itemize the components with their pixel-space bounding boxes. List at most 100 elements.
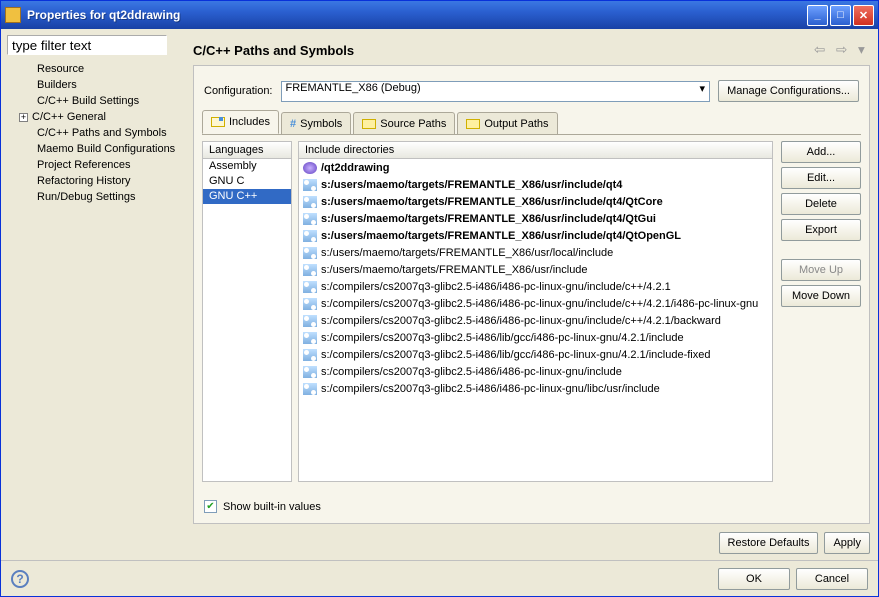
include-dir-label: /qt2ddrawing — [321, 162, 389, 174]
include-dir-item[interactable]: s:/compilers/cs2007q3-glibc2.5-i486/i486… — [299, 380, 772, 397]
filter-input[interactable] — [7, 35, 167, 55]
chevron-down-icon: ▾ — [700, 82, 706, 95]
include-dir-label: s:/users/maemo/targets/FREMANTLE_X86/usr… — [321, 213, 656, 225]
show-builtin-row: ✔ Show built-in values — [194, 490, 869, 523]
minimize-button[interactable]: _ — [807, 5, 828, 26]
maximize-button[interactable]: □ — [830, 5, 851, 26]
include-dir-label: s:/compilers/cs2007q3-glibc2.5-i486/lib/… — [321, 349, 711, 361]
manage-configs-button[interactable]: Manage Configurations... — [718, 80, 859, 102]
include-dir-item[interactable]: s:/compilers/cs2007q3-glibc2.5-i486/i486… — [299, 295, 772, 312]
move-up-button[interactable]: Move Up — [781, 259, 861, 281]
page-header: C/C++ Paths and Symbols — [193, 35, 870, 65]
nav-item-6[interactable]: Project References — [7, 157, 185, 173]
nav-back-icon[interactable] — [808, 41, 826, 59]
include-dir-item[interactable]: s:/users/maemo/targets/FREMANTLE_X86/usr… — [299, 176, 772, 193]
config-value: FREMANTLE_X86 (Debug) — [286, 82, 421, 94]
dialog-footer: ? OK Cancel — [1, 560, 878, 596]
expand-icon[interactable]: + — [19, 113, 28, 122]
include-dir-label: s:/users/maemo/targets/FREMANTLE_X86/usr… — [321, 230, 681, 242]
settings-panel: Configuration: FREMANTLE_X86 (Debug) ▾ M… — [193, 65, 870, 524]
include-path-icon — [303, 281, 317, 293]
include-dir-item[interactable]: s:/compilers/cs2007q3-glibc2.5-i486/i486… — [299, 278, 772, 295]
tab-output-paths[interactable]: Output Paths — [457, 112, 557, 134]
nav-item-3[interactable]: +C/C++ General — [7, 109, 185, 125]
nav-item-label: Builders — [37, 79, 77, 91]
title-bar[interactable]: Properties for qt2ddrawing _ □ ✕ — [1, 1, 878, 29]
nav-item-8[interactable]: Run/Debug Settings — [7, 189, 185, 205]
client-area: ResourceBuildersC/C++ Build Settings+C/C… — [1, 29, 878, 560]
directories-list[interactable]: /qt2ddrawing s:/users/maemo/targets/FREMA… — [298, 159, 773, 482]
tab-label: Symbols — [300, 118, 342, 130]
nav-item-7[interactable]: Refactoring History — [7, 173, 185, 189]
tab-includes[interactable]: Includes — [202, 110, 279, 134]
nav-item-5[interactable]: Maemo Build Configurations — [7, 141, 185, 157]
include-dir-label: s:/users/maemo/targets/FREMANTLE_X86/usr… — [321, 196, 663, 208]
include-path-icon — [303, 332, 317, 344]
show-builtin-label: Show built-in values — [223, 501, 321, 513]
include-dir-item[interactable]: s:/users/maemo/targets/FREMANTLE_X86/usr… — [299, 210, 772, 227]
tab-symbols[interactable]: # Symbols — [281, 112, 351, 134]
properties-dialog: Properties for qt2ddrawing _ □ ✕ Resourc… — [0, 0, 879, 597]
language-item-0[interactable]: Assembly — [203, 159, 291, 174]
languages-list[interactable]: AssemblyGNU CGNU C++ — [202, 159, 292, 482]
nav-item-2[interactable]: C/C++ Build Settings — [7, 93, 185, 109]
include-dir-item[interactable]: s:/users/maemo/targets/FREMANTLE_X86/usr… — [299, 244, 772, 261]
add-button[interactable]: Add... — [781, 141, 861, 163]
include-dir-item[interactable]: s:/users/maemo/targets/FREMANTLE_X86/usr… — [299, 261, 772, 278]
nav-item-4[interactable]: C/C++ Paths and Symbols — [7, 125, 185, 141]
languages-header: Languages — [202, 141, 292, 159]
language-item-1[interactable]: GNU C — [203, 174, 291, 189]
left-panel: ResourceBuildersC/C++ Build Settings+C/C… — [1, 29, 191, 560]
include-dir-item[interactable]: s:/users/maemo/targets/FREMANTLE_X86/usr… — [299, 227, 772, 244]
right-panel: C/C++ Paths and Symbols Configuration: F… — [191, 29, 878, 560]
app-icon — [5, 7, 21, 23]
include-dir-item[interactable]: s:/compilers/cs2007q3-glibc2.5-i486/i486… — [299, 312, 772, 329]
nav-item-label: Run/Debug Settings — [37, 191, 135, 203]
config-select[interactable]: FREMANTLE_X86 (Debug) ▾ — [281, 81, 711, 102]
export-button[interactable]: Export — [781, 219, 861, 241]
nav-tree[interactable]: ResourceBuildersC/C++ Build Settings+C/C… — [7, 61, 185, 554]
tab-icon: # — [290, 118, 296, 130]
nav-item-0[interactable]: Resource — [7, 61, 185, 77]
move-down-button[interactable]: Move Down — [781, 285, 861, 307]
close-button[interactable]: ✕ — [853, 5, 874, 26]
tab-strip: Includes # Symbols Source Paths Output Paths — [194, 110, 869, 134]
include-path-icon — [303, 349, 317, 361]
view-menu-icon[interactable] — [852, 41, 870, 59]
tab-icon — [362, 119, 376, 129]
config-label: Configuration: — [204, 85, 273, 97]
window-title: Properties for qt2ddrawing — [27, 8, 807, 22]
include-dir-item[interactable]: s:/users/maemo/targets/FREMANTLE_X86/usr… — [299, 193, 772, 210]
nav-item-label: Maemo Build Configurations — [37, 143, 175, 155]
edit-button[interactable]: Edit... — [781, 167, 861, 189]
delete-button[interactable]: Delete — [781, 193, 861, 215]
include-dir-label: s:/users/maemo/targets/FREMANTLE_X86/usr… — [321, 179, 622, 191]
restore-defaults-button[interactable]: Restore Defaults — [719, 532, 819, 554]
action-buttons: Add... Edit... Delete Export Move Up Mov… — [781, 141, 861, 482]
language-item-2[interactable]: GNU C++ — [203, 189, 291, 204]
include-dir-label: s:/compilers/cs2007q3-glibc2.5-i486/i486… — [321, 315, 721, 327]
nav-item-1[interactable]: Builders — [7, 77, 185, 93]
show-builtin-checkbox[interactable]: ✔ — [204, 500, 217, 513]
include-path-icon — [303, 247, 317, 259]
nav-item-label: Project References — [37, 159, 131, 171]
config-row: Configuration: FREMANTLE_X86 (Debug) ▾ M… — [194, 66, 869, 110]
include-path-icon — [303, 383, 317, 395]
tab-source-paths[interactable]: Source Paths — [353, 112, 455, 134]
include-path-icon — [303, 366, 317, 378]
include-dir-item[interactable]: s:/compilers/cs2007q3-glibc2.5-i486/lib/… — [299, 346, 772, 363]
nav-forward-icon[interactable] — [830, 41, 848, 59]
include-dir-item[interactable]: s:/compilers/cs2007q3-glibc2.5-i486/lib/… — [299, 329, 772, 346]
include-dir-label: s:/users/maemo/targets/FREMANTLE_X86/usr… — [321, 247, 613, 259]
include-dir-item[interactable]: s:/compilers/cs2007q3-glibc2.5-i486/i486… — [299, 363, 772, 380]
apply-button[interactable]: Apply — [824, 532, 870, 554]
include-dir-label: s:/compilers/cs2007q3-glibc2.5-i486/lib/… — [321, 332, 684, 344]
nav-item-label: C/C++ Build Settings — [37, 95, 139, 107]
cancel-button[interactable]: Cancel — [796, 568, 868, 590]
ok-button[interactable]: OK — [718, 568, 790, 590]
tab-label: Source Paths — [380, 118, 446, 130]
include-dir-item[interactable]: /qt2ddrawing — [299, 159, 772, 176]
help-icon[interactable]: ? — [11, 570, 29, 588]
tab-body: Languages AssemblyGNU CGNU C++ Include d… — [202, 134, 861, 482]
page-title: C/C++ Paths and Symbols — [193, 43, 804, 58]
